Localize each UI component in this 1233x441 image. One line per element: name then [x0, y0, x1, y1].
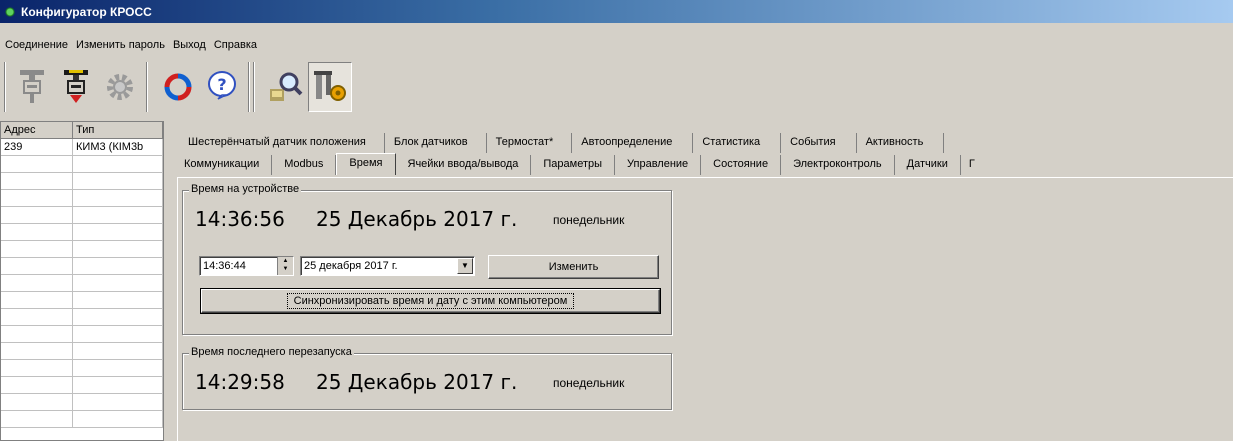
tab-time[interactable]: Время	[336, 153, 396, 175]
table-row	[1, 173, 163, 190]
table-row	[1, 377, 163, 394]
table-row	[1, 275, 163, 292]
restart-time-value: 14:29:58	[195, 370, 285, 394]
tab-more[interactable]: Г	[961, 155, 983, 175]
device-list-header: Адрес Тип	[1, 122, 163, 139]
last-restart-group: Время последнего перезапуска 14:29:58 25…	[182, 346, 672, 410]
device-weekday: понедельник	[553, 213, 625, 227]
tab-activity[interactable]: Активность	[857, 133, 945, 153]
refresh-icon[interactable]	[156, 62, 200, 112]
tab-communications[interactable]: Коммуникации	[175, 155, 273, 175]
date-picker[interactable]: 25 декабря 2017 г. ▼	[300, 256, 475, 276]
table-row	[1, 394, 163, 411]
column-header-type[interactable]: Тип	[73, 122, 163, 138]
tab-thermostat[interactable]: Термостат*	[487, 133, 573, 153]
tab-sensor-block[interactable]: Блок датчиков	[385, 133, 487, 153]
device-time-title: Время на устройстве	[189, 183, 302, 195]
table-row	[1, 411, 163, 428]
table-row	[1, 292, 163, 309]
tab-modbus[interactable]: Modbus	[272, 155, 337, 175]
toolbar-separator	[146, 62, 148, 112]
tab-state[interactable]: Состояние	[701, 155, 782, 175]
window-title: Конфигуратор КРОСС	[21, 4, 152, 19]
tab-io-cells[interactable]: Ячейки ввода/вывода	[396, 155, 532, 175]
time-spinner[interactable]: ▲ ▼	[277, 257, 293, 275]
svg-text:?: ?	[217, 75, 226, 94]
cell-type: КИМ3 (КIM3b	[73, 139, 163, 155]
time-tab-panel: Время на устройстве 14:36:56 25 Декабрь …	[177, 177, 1233, 441]
device-time-group: Время на устройстве 14:36:56 25 Декабрь …	[182, 183, 672, 335]
table-row	[1, 207, 163, 224]
table-row[interactable]: 239 КИМ3 (КIM3b	[1, 139, 163, 156]
search-device-icon[interactable]	[264, 62, 308, 112]
tab-statistics[interactable]: Статистика	[693, 133, 782, 153]
help-icon[interactable]: ?	[200, 62, 244, 112]
connect-plug-icon[interactable]	[10, 62, 54, 112]
tab-sensors[interactable]: Датчики	[895, 155, 961, 175]
tab-row-2: Коммуникации Modbus Время Ячейки ввода/в…	[175, 153, 983, 175]
device-list: Адрес Тип 239 КИМ3 (КIM3b	[0, 121, 164, 441]
table-row	[1, 156, 163, 173]
tab-electrocontrol[interactable]: Электроконтроль	[781, 155, 895, 175]
tab-gear-sensor[interactable]: Шестерёнчатый датчик положения	[179, 133, 385, 153]
last-restart-title: Время последнего перезапуска	[189, 346, 354, 358]
table-row	[1, 343, 163, 360]
spin-up-icon[interactable]: ▲	[278, 257, 293, 265]
tab-control: Шестерёнчатый датчик положения Блок датч…	[173, 125, 1233, 441]
change-button[interactable]: Изменить	[488, 255, 659, 279]
menu-connection[interactable]: Соединение	[0, 39, 72, 51]
menu-exit[interactable]: Выход	[169, 39, 210, 51]
table-row	[1, 190, 163, 207]
tab-events[interactable]: События	[781, 133, 857, 153]
time-input-value: 14:36:44	[203, 260, 246, 272]
menu-help[interactable]: Справка	[210, 39, 261, 51]
time-input[interactable]: 14:36:44 ▲ ▼	[199, 256, 294, 276]
tab-control-mgmt[interactable]: Управление	[615, 155, 702, 175]
table-row	[1, 360, 163, 377]
restart-weekday: понедельник	[553, 376, 625, 390]
column-header-address[interactable]: Адрес	[1, 122, 73, 138]
toolbar-separator	[248, 62, 250, 112]
title-bar: Конфигуратор КРОСС	[0, 0, 1233, 23]
spin-down-icon[interactable]: ▼	[278, 265, 293, 273]
table-row	[1, 241, 163, 258]
toolbar: ?	[0, 58, 1233, 116]
sync-time-button[interactable]: Синхронизировать время и дату с этим ком…	[200, 288, 661, 314]
settings-gear-icon[interactable]	[98, 62, 142, 112]
cell-address: 239	[1, 139, 73, 155]
toolbar-separator	[253, 62, 255, 112]
date-picker-value: 25 декабря 2017 г.	[304, 260, 398, 272]
tab-parameters[interactable]: Параметры	[531, 155, 616, 175]
table-row	[1, 258, 163, 275]
chevron-down-icon[interactable]: ▼	[457, 258, 473, 274]
tab-row-1: Шестерёнчатый датчик положения Блок датч…	[179, 133, 945, 153]
device-date-value: 25 Декабрь 2017 г.	[316, 207, 518, 231]
toolbar-separator	[4, 62, 6, 112]
table-row	[1, 224, 163, 241]
app-icon	[4, 5, 16, 18]
device-config-icon[interactable]	[308, 62, 352, 112]
tab-autodetect[interactable]: Автоопределение	[572, 133, 694, 153]
table-row	[1, 326, 163, 343]
menu-change-password[interactable]: Изменить пароль	[72, 39, 169, 51]
table-row	[1, 309, 163, 326]
sync-time-label: Синхронизировать время и дату с этим ком…	[286, 293, 575, 309]
disconnect-plug-icon[interactable]	[54, 62, 98, 112]
menu-bar: Соединение Изменить пароль Выход Справка	[0, 36, 261, 54]
restart-date-value: 25 Декабрь 2017 г.	[316, 370, 518, 394]
device-time-value: 14:36:56	[195, 207, 285, 231]
